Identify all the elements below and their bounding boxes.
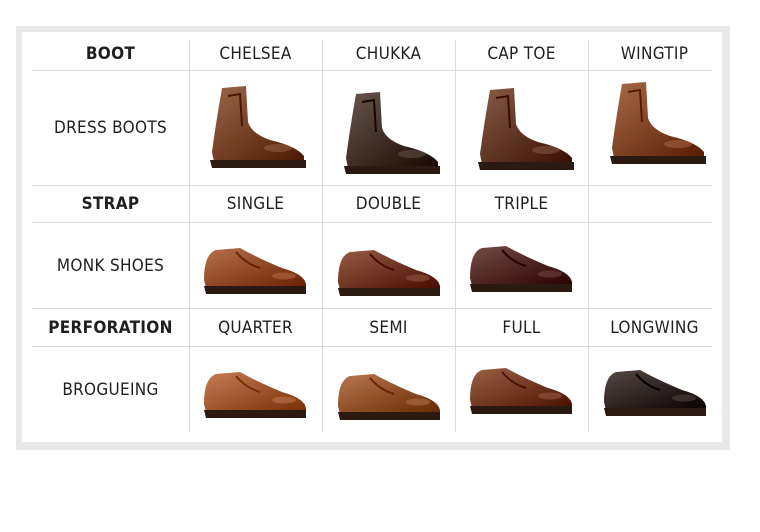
semi-brogue-shoe-image [334,360,444,430]
chukka-boot-image [334,88,444,183]
grid-line [588,40,589,432]
quarter-brogue-shoe-image [200,358,310,428]
longwing-brogue-shoe-image [600,356,710,426]
group-label-perforation: PERFORATION [48,317,173,338]
double-monk-shoe-image [334,236,444,306]
single-monk-shoe-image [200,234,310,304]
group-label-boot: BOOT [85,44,136,64]
category-label-monk-shoes: MONK SHOES [56,255,165,276]
style-label-quarter: QUARTER [218,317,293,338]
style-label-chukka: CHUKKA [355,44,422,64]
style-label-semi: SEMI [369,317,408,338]
chelsea-boot-image [200,82,310,177]
style-label-cap-toe: CAP TOE [487,44,556,64]
full-brogue-shoe-image [466,354,576,424]
style-label-single: SINGLE [226,194,285,214]
shoe-style-chart: BOOT CHELSEA CHUKKA CAP TOE WINGTIP DRES… [22,32,722,442]
wingtip-boot-image [600,78,710,173]
style-label-triple: TRIPLE [494,194,549,214]
category-label-brogueing: BROGUEING [62,379,159,400]
style-label-full: FULL [502,317,541,338]
group-label-strap: STRAP [81,194,140,214]
category-label-dress-boots: DRESS BOOTS [54,118,167,138]
triple-monk-shoe-image [466,232,576,302]
grid-line [322,40,323,432]
style-label-chelsea: CHELSEA [219,44,292,64]
style-label-longwing: LONGWING [610,317,699,338]
grid-line [455,40,456,432]
grid: BOOT CHELSEA CHUKKA CAP TOE WINGTIP DRES… [22,32,722,442]
grid-line [189,40,190,432]
style-label-wingtip: WINGTIP [620,44,689,64]
style-label-double: DOUBLE [355,194,422,214]
cap-toe-boot-image [468,84,578,179]
